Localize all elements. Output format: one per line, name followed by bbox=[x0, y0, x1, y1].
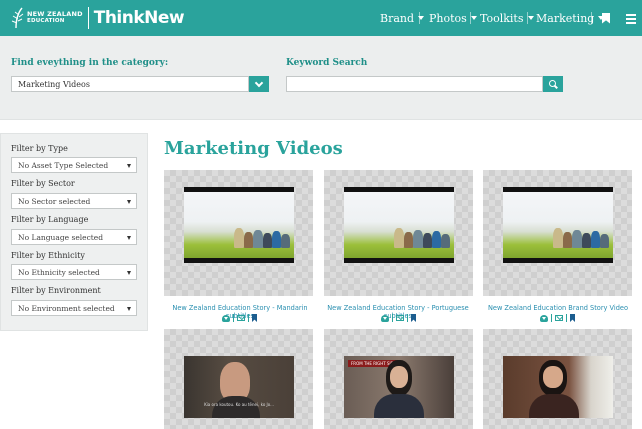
video-title-link[interactable]: New Zealand Education Brand Story Video bbox=[478, 304, 638, 312]
email-icon[interactable] bbox=[555, 315, 563, 321]
menu-button[interactable] bbox=[626, 0, 636, 36]
filter-sector-select[interactable]: No Sector selected bbox=[11, 193, 137, 209]
divider bbox=[233, 314, 234, 322]
filter-type-value: No Asset Type Selected bbox=[18, 161, 109, 170]
fern-icon bbox=[8, 7, 24, 29]
video-subtitle: Kia ora koutou. Ko au tēnei, ko Jo... bbox=[204, 402, 274, 407]
nav-divider bbox=[470, 12, 471, 24]
filters-sidebar: Filter by Type No Asset Type Selected Fi… bbox=[0, 133, 148, 331]
nav-item-toolkits[interactable]: Toolkits bbox=[480, 0, 534, 36]
caret-down-icon bbox=[127, 271, 131, 275]
nav-label: Photos bbox=[429, 11, 467, 25]
video-thumbnail[interactable] bbox=[503, 356, 613, 418]
nav-label: Toolkits bbox=[480, 11, 524, 25]
card-actions bbox=[222, 314, 257, 322]
divider bbox=[566, 314, 567, 322]
chevron-down-icon bbox=[254, 78, 264, 87]
video-card[interactable] bbox=[324, 170, 473, 296]
email-icon[interactable] bbox=[396, 315, 404, 321]
video-thumbnail[interactable]: FROM THE RIGHT SIDE bbox=[344, 356, 454, 418]
video-card[interactable] bbox=[483, 329, 632, 429]
filter-language-value: No Language selected bbox=[18, 233, 104, 242]
nav-divider bbox=[527, 12, 528, 24]
video-thumbnail[interactable] bbox=[184, 187, 294, 263]
divider bbox=[392, 314, 393, 322]
nav-label: Brand bbox=[380, 11, 415, 25]
students-image bbox=[551, 222, 613, 248]
brand-logo[interactable]: NEW ZEALAND EDUCATION ThinkNew bbox=[8, 6, 185, 30]
hamburger-icon bbox=[626, 13, 636, 24]
download-icon[interactable] bbox=[381, 314, 389, 322]
bookmark-icon[interactable] bbox=[570, 314, 575, 322]
caret-down-icon bbox=[127, 164, 131, 168]
search-panel: Find eveything in the category: Marketin… bbox=[0, 36, 642, 120]
bookmark-icon bbox=[602, 12, 610, 24]
video-thumbnail[interactable] bbox=[344, 187, 454, 263]
filter-environment-label: Filter by Environment bbox=[11, 286, 101, 295]
students-image bbox=[392, 222, 454, 248]
caret-down-icon bbox=[470, 16, 477, 20]
logo-product-name: ThinkNew bbox=[93, 8, 185, 28]
filter-ethnicity-label: Filter by Ethnicity bbox=[11, 251, 85, 260]
top-navbar: NEW ZEALAND EDUCATION ThinkNew Brand Pho… bbox=[0, 0, 642, 36]
video-card[interactable] bbox=[483, 170, 632, 296]
logo-line1: NEW ZEALAND bbox=[27, 10, 83, 18]
caret-down-icon bbox=[127, 200, 131, 204]
divider bbox=[248, 314, 249, 322]
filter-ethnicity-value: No Ethnicity selected bbox=[18, 268, 100, 277]
video-card[interactable]: FROM THE RIGHT SIDE bbox=[324, 329, 473, 429]
search-button[interactable] bbox=[543, 76, 563, 92]
nav-divider bbox=[591, 12, 592, 24]
divider bbox=[407, 314, 408, 322]
filter-ethnicity-select[interactable]: No Ethnicity selected bbox=[11, 264, 137, 280]
nav-item-marketing[interactable]: Marketing bbox=[536, 0, 605, 36]
bookmarks-button[interactable] bbox=[602, 0, 610, 36]
caret-down-icon bbox=[127, 236, 131, 240]
filter-language-label: Filter by Language bbox=[11, 215, 89, 224]
keyword-label: Keyword Search bbox=[286, 58, 368, 68]
card-actions bbox=[540, 314, 575, 322]
category-label: Find eveything in the category: bbox=[11, 58, 169, 68]
nav-label: Marketing bbox=[536, 11, 595, 25]
nav-item-brand[interactable]: Brand bbox=[380, 0, 425, 36]
bookmark-icon[interactable] bbox=[411, 314, 416, 322]
video-thumbnail[interactable] bbox=[503, 187, 613, 263]
logo-divider bbox=[87, 7, 89, 29]
keyword-search-input[interactable] bbox=[286, 76, 543, 92]
video-thumbnail[interactable]: Kia ora koutou. Ko au tēnei, ko Jo... bbox=[184, 356, 294, 418]
students-image bbox=[232, 222, 294, 248]
bookmark-icon[interactable] bbox=[252, 314, 257, 322]
filter-environment-select[interactable]: No Environment selected bbox=[11, 300, 137, 316]
page-title: Marketing Videos bbox=[164, 138, 343, 159]
category-select[interactable]: Marketing Videos bbox=[11, 76, 249, 92]
download-icon[interactable] bbox=[222, 314, 230, 322]
filter-type-label: Filter by Type bbox=[11, 144, 68, 153]
filter-language-select[interactable]: No Language selected bbox=[11, 229, 137, 245]
caret-down-icon bbox=[127, 307, 131, 311]
video-card[interactable]: Kia ora koutou. Ko au tēnei, ko Jo... bbox=[164, 329, 313, 429]
download-icon[interactable] bbox=[540, 314, 548, 322]
nav-divider bbox=[419, 12, 420, 24]
search-icon bbox=[549, 80, 557, 88]
email-icon[interactable] bbox=[237, 315, 245, 321]
card-actions bbox=[381, 314, 416, 322]
divider bbox=[551, 314, 552, 322]
logo-wordmark: NEW ZEALAND EDUCATION bbox=[27, 11, 83, 25]
video-card[interactable] bbox=[164, 170, 313, 296]
filter-type-select[interactable]: No Asset Type Selected bbox=[11, 157, 137, 173]
filter-sector-label: Filter by Sector bbox=[11, 179, 75, 188]
logo-line2: EDUCATION bbox=[27, 18, 65, 24]
caret-down-icon bbox=[527, 16, 534, 20]
category-dropdown-button[interactable] bbox=[249, 76, 269, 92]
filter-environment-value: No Environment selected bbox=[18, 304, 115, 313]
filter-sector-value: No Sector selected bbox=[18, 197, 91, 206]
